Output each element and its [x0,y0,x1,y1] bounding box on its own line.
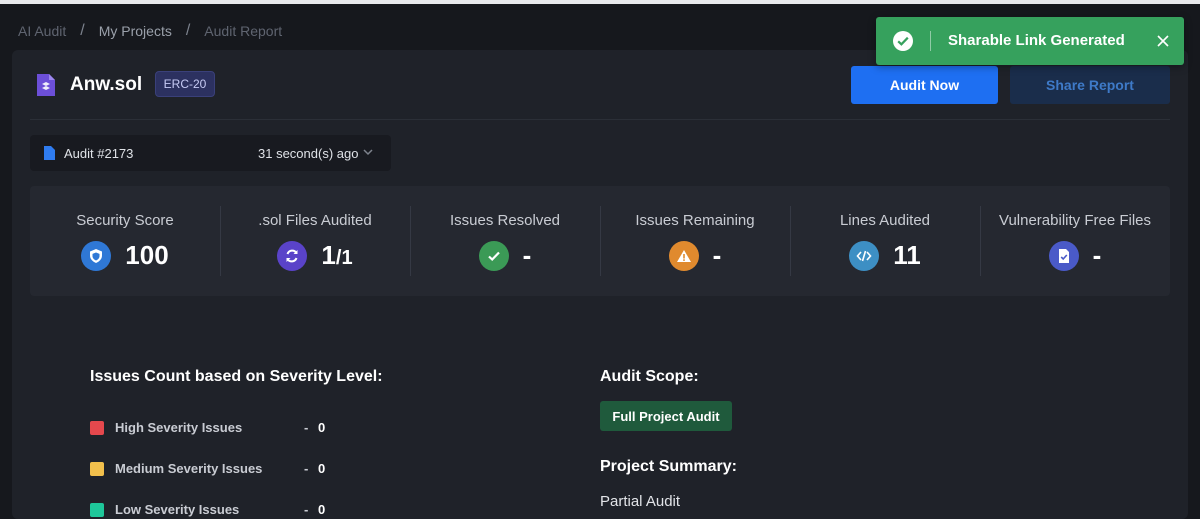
severity-dash: - [304,502,309,517]
sync-icon [277,240,308,271]
document-icon [44,146,55,160]
severity-swatch [90,503,104,517]
audit-report-panel: Anw.sol ERC-20 Audit Now Share Report Au… [12,50,1188,519]
stat-sol-files-audited: .sol Files Audited 1/1 [220,186,410,296]
stat-label: .sol Files Audited [258,212,372,229]
stat-value: 1/1 [321,240,353,270]
stat-total: /1 [335,247,353,269]
chevron-down-icon [363,149,373,156]
severity-dash: - [304,461,309,476]
stat-value: - [712,240,722,270]
header-divider [30,119,1170,120]
stat-issues-resolved: Issues Resolved - [410,186,600,296]
breadcrumb-separator: / [80,22,85,39]
stat-issues-remaining: Issues Remaining - [600,186,790,296]
stat-value: 11 [893,240,921,270]
severity-count: 0 [318,502,326,517]
stat-value: 100 [125,240,169,270]
stats-bar: Security Score 100 .sol Files Audited 1/… [30,186,1170,296]
check-circle-icon [893,31,913,51]
audit-scope-title: Audit Scope: [600,368,699,385]
project-summary-text: Partial Audit [600,493,681,510]
severity-count: 0 [318,420,326,435]
severity-swatch [90,462,104,476]
solidity-file-icon [37,74,55,96]
shield-icon [81,240,112,271]
stat-label: Vulnerability Free Files [999,212,1151,229]
share-report-button[interactable]: Share Report [1010,66,1170,104]
audit-id-label: Audit #2173 [64,146,134,161]
stat-label: Issues Remaining [635,212,755,229]
toast-separator [930,31,931,51]
breadcrumb-projects[interactable]: My Projects [99,23,172,39]
stat-value: - [1092,240,1102,270]
severity-section-title: Issues Count based on Severity Level: [90,368,383,385]
severity-label: Low Severity Issues [115,502,240,517]
breadcrumb-separator: / [185,22,191,39]
severity-dash: - [304,420,309,435]
stat-lines-audited: Lines Audited 11 [790,186,980,296]
token-type-badge: ERC-20 [155,71,215,97]
file-check-icon [1048,240,1079,271]
severity-label: High Severity Issues [115,420,243,435]
stat-security-score: Security Score 100 [30,186,220,296]
warning-icon [668,240,699,271]
check-icon [478,240,509,271]
stat-label: Issues Resolved [449,212,561,229]
project-summary-title: Project Summary: [600,458,737,475]
toast-message: Sharable Link Generated [948,32,1125,49]
stat-label: Security Score [76,212,174,229]
severity-swatch [90,421,104,435]
stat-value: - [522,240,532,270]
success-toast: Sharable Link Generated [876,17,1184,65]
window-top-edge [0,0,1200,4]
breadcrumb: AI Audit / My Projects / Audit Report [18,22,282,40]
audit-time-label: 31 second(s) ago [258,146,359,161]
severity-label: Medium Severity Issues [115,461,263,476]
audit-scope-badge: Full Project Audit [600,401,732,431]
project-name: Anw.sol [70,74,143,95]
code-icon [849,240,880,271]
audit-version-select[interactable]: Audit #2173 31 second(s) ago [30,135,391,171]
stat-label: Lines Audited [839,212,931,229]
stat-vulnerability-free-files: Vulnerability Free Files - [980,186,1170,296]
breadcrumb-root[interactable]: AI Audit [18,23,66,39]
audit-now-button[interactable]: Audit Now [851,66,998,104]
breadcrumb-current: Audit Report [204,23,283,39]
severity-count: 0 [318,461,326,476]
close-icon[interactable] [1156,34,1170,48]
